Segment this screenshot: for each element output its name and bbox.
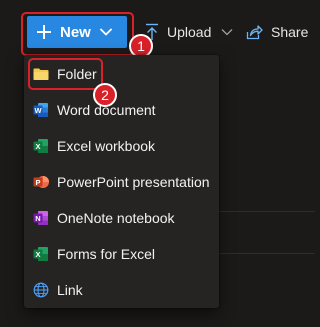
chevron-down-icon bbox=[99, 28, 112, 36]
excel-icon: X bbox=[33, 138, 49, 154]
svg-text:W: W bbox=[34, 106, 42, 115]
menu-item-onenote-notebook[interactable]: N OneNote notebook bbox=[24, 200, 219, 236]
globe-icon bbox=[33, 282, 49, 298]
upload-label: Upload bbox=[167, 24, 212, 40]
menu-item-label: Word document bbox=[57, 102, 156, 118]
share-label: Share bbox=[271, 24, 309, 40]
svg-text:P: P bbox=[35, 178, 40, 187]
onenote-icon: N bbox=[33, 210, 49, 226]
background-divider bbox=[219, 253, 315, 254]
menu-item-label: Excel workbook bbox=[57, 138, 156, 154]
upload-button[interactable]: Upload bbox=[145, 22, 233, 42]
svg-text:N: N bbox=[35, 214, 40, 223]
forms-for-excel-icon: X bbox=[33, 246, 49, 262]
share-icon bbox=[246, 25, 263, 40]
background-divider bbox=[219, 211, 315, 212]
share-button[interactable]: Share bbox=[246, 22, 308, 42]
plus-icon bbox=[37, 25, 51, 39]
folder-icon bbox=[33, 66, 49, 82]
menu-item-label: OneNote notebook bbox=[57, 210, 175, 226]
upload-icon bbox=[146, 23, 158, 40]
powerpoint-icon: P bbox=[33, 174, 49, 190]
new-button[interactable]: New bbox=[27, 16, 127, 48]
word-icon: W bbox=[33, 102, 49, 118]
menu-item-folder[interactable]: Folder bbox=[24, 56, 219, 92]
svg-text:X: X bbox=[35, 250, 40, 259]
menu-item-forms-for-excel[interactable]: X Forms for Excel bbox=[24, 236, 219, 272]
svg-text:X: X bbox=[35, 142, 40, 151]
new-dropdown-menu: Folder W Word document X Excel workbook bbox=[24, 55, 219, 308]
new-button-label: New bbox=[60, 23, 91, 41]
menu-item-label: Folder bbox=[57, 66, 97, 82]
menu-item-label: PowerPoint presentation bbox=[57, 174, 210, 190]
menu-item-label: Forms for Excel bbox=[57, 246, 156, 262]
menu-item-excel-workbook[interactable]: X Excel workbook bbox=[24, 128, 219, 164]
menu-item-label: Link bbox=[57, 282, 83, 298]
menu-item-powerpoint-presentation[interactable]: P PowerPoint presentation bbox=[24, 164, 219, 200]
menu-item-link[interactable]: Link bbox=[24, 272, 219, 308]
chevron-down-icon bbox=[221, 29, 233, 36]
menu-item-word-document[interactable]: W Word document bbox=[24, 92, 219, 128]
